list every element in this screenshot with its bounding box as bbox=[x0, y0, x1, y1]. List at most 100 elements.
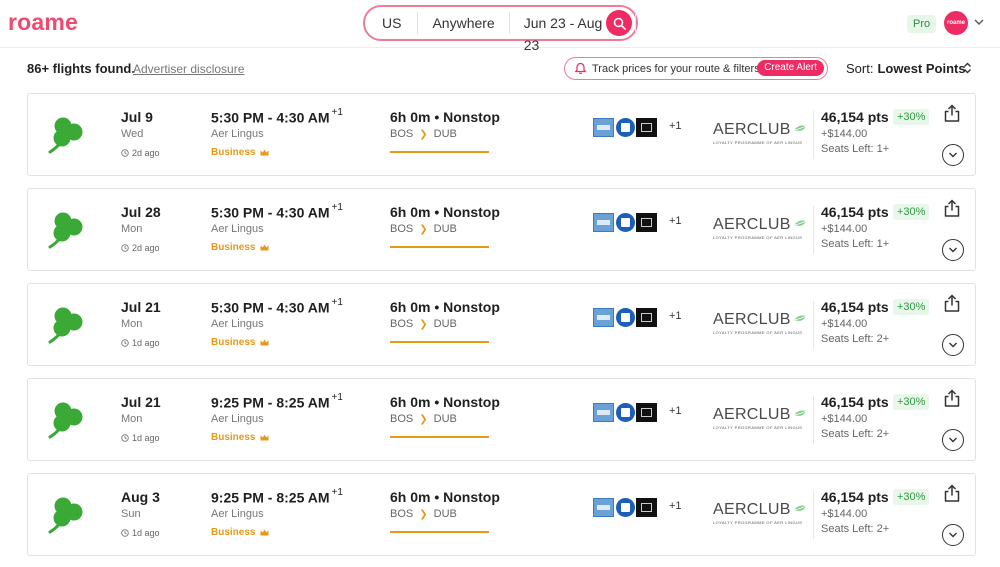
destination-airport: DUB bbox=[433, 128, 457, 140]
flight-card[interactable]: Jul 21 Mon 1d ago 9:25 PM - 8:25 AM +1 Ae… bbox=[27, 378, 976, 461]
share-icon[interactable] bbox=[943, 389, 961, 408]
transfer-partners[interactable] bbox=[593, 403, 657, 422]
divider bbox=[813, 111, 814, 159]
crown-icon bbox=[260, 244, 269, 251]
origin-airport: BOS bbox=[390, 413, 414, 425]
next-day-indicator: +1 bbox=[331, 487, 343, 498]
clock-icon bbox=[121, 244, 129, 252]
create-alert-button[interactable]: Create Alert bbox=[757, 60, 824, 76]
top-header: roame US Anywhere Jun 23 - Aug 23 Pro ro… bbox=[0, 0, 1000, 53]
aerclub-logo: AERCLUB LOYALTY PROGRAMME OF AER LINGUS bbox=[713, 121, 807, 145]
points-price: 46,154 pts bbox=[821, 299, 889, 315]
cabin-class: Business bbox=[211, 527, 269, 538]
aerclub-leaf-icon bbox=[793, 125, 806, 131]
route-line bbox=[390, 151, 489, 153]
expand-button[interactable] bbox=[942, 239, 964, 261]
sort-dropdown[interactable]: Sort: Lowest Points bbox=[846, 61, 966, 76]
seats-left: Seats Left: 1+ bbox=[821, 143, 890, 155]
transfer-partners[interactable] bbox=[593, 308, 657, 327]
aerclub-leaf-icon bbox=[793, 410, 806, 416]
roame-logo[interactable]: roame bbox=[8, 9, 78, 36]
more-partners-count[interactable]: +1 bbox=[669, 310, 682, 322]
cabin-class-label: Business bbox=[211, 242, 256, 253]
route: BOS ❯ DUB bbox=[390, 318, 457, 330]
more-partners-count[interactable]: +1 bbox=[669, 500, 682, 512]
bonus-badge: +30% bbox=[893, 204, 930, 220]
next-day-indicator: +1 bbox=[331, 107, 343, 118]
last-seen: 1d ago bbox=[121, 433, 160, 443]
aerclub-tagline: LOYALTY PROGRAMME OF AER LINGUS bbox=[713, 330, 803, 335]
sort-updown-icon[interactable] bbox=[963, 62, 972, 74]
track-prices-banner[interactable]: Track prices for your route & filters Cr… bbox=[564, 57, 828, 80]
flight-card[interactable]: Jul 28 Mon 2d ago 5:30 PM - 4:30 AM +1 Ae… bbox=[27, 188, 976, 271]
share-icon[interactable] bbox=[943, 484, 961, 503]
last-seen-text: 2d ago bbox=[132, 148, 160, 158]
expand-button[interactable] bbox=[942, 429, 964, 451]
destination-airport: DUB bbox=[433, 318, 457, 330]
divider bbox=[813, 206, 814, 254]
cash-fees: +$144.00 bbox=[821, 223, 868, 235]
flight-times: 5:30 PM - 4:30 AM +1 bbox=[211, 297, 343, 316]
chevron-right-icon: ❯ bbox=[419, 318, 428, 330]
aerclub-wordmark: AERCLUB bbox=[713, 501, 791, 518]
share-icon[interactable] bbox=[943, 199, 961, 218]
share-icon[interactable] bbox=[943, 104, 961, 123]
transfer-partners[interactable] bbox=[593, 118, 657, 137]
chevron-down-icon[interactable] bbox=[974, 17, 984, 27]
expand-button[interactable] bbox=[942, 334, 964, 356]
transfer-partners[interactable] bbox=[593, 213, 657, 232]
cabin-class: Business bbox=[211, 242, 269, 253]
search-button[interactable] bbox=[606, 10, 632, 36]
chase-card-icon bbox=[616, 308, 635, 327]
search-bar[interactable]: US Anywhere Jun 23 - Aug 23 bbox=[363, 5, 638, 53]
sort-value: Lowest Points bbox=[877, 61, 966, 76]
divider bbox=[813, 396, 814, 444]
departure-arrival-times: 9:25 PM - 8:25 AM bbox=[211, 394, 330, 411]
cash-fees: +$144.00 bbox=[821, 318, 868, 330]
destination-airport: DUB bbox=[433, 508, 457, 520]
more-partners-count[interactable]: +1 bbox=[669, 120, 682, 132]
transfer-partners[interactable] bbox=[593, 498, 657, 517]
last-seen: 2d ago bbox=[121, 243, 160, 253]
search-icon bbox=[613, 17, 626, 30]
capital-one-card-icon bbox=[636, 403, 657, 422]
cabin-class-label: Business bbox=[211, 527, 256, 538]
chase-card-icon bbox=[616, 498, 635, 517]
flight-duration: 6h 0m • Nonstop bbox=[390, 489, 500, 505]
avatar[interactable]: roame bbox=[944, 11, 968, 35]
seats-left: Seats Left: 2+ bbox=[821, 333, 890, 345]
more-partners-count[interactable]: +1 bbox=[669, 215, 682, 227]
flight-card[interactable]: Jul 9 Wed 2d ago 5:30 PM - 4:30 AM +1 Aer… bbox=[27, 93, 976, 176]
aer-lingus-shamrock-icon bbox=[48, 307, 83, 344]
seats-left: Seats Left: 2+ bbox=[821, 428, 890, 440]
cabin-class-label: Business bbox=[211, 147, 256, 158]
bonus-badge: +30% bbox=[893, 299, 930, 315]
results-count: 86+ flights found. bbox=[27, 61, 135, 76]
origin-country-field[interactable]: US bbox=[365, 12, 419, 34]
flight-card[interactable]: Aug 3 Sun 1d ago 9:25 PM - 8:25 AM +1 Aer… bbox=[27, 473, 976, 556]
flight-times: 9:25 PM - 8:25 AM +1 bbox=[211, 392, 343, 411]
day-of-week: Mon bbox=[121, 413, 143, 425]
airline-name: Aer Lingus bbox=[211, 318, 264, 330]
cash-fees: +$144.00 bbox=[821, 128, 868, 140]
crown-icon bbox=[260, 339, 269, 346]
destination-field[interactable]: Anywhere bbox=[418, 12, 510, 34]
cabin-class: Business bbox=[211, 432, 269, 443]
destination-airport: DUB bbox=[433, 413, 457, 425]
last-seen: 1d ago bbox=[121, 528, 160, 538]
share-icon[interactable] bbox=[943, 294, 961, 313]
flight-duration: 6h 0m • Nonstop bbox=[390, 204, 500, 220]
expand-button[interactable] bbox=[942, 524, 964, 546]
flight-card[interactable]: Jul 21 Mon 1d ago 5:30 PM - 4:30 AM +1 Ae… bbox=[27, 283, 976, 366]
airline-name: Aer Lingus bbox=[211, 413, 264, 425]
points-price: 46,154 pts bbox=[821, 109, 889, 125]
chevron-right-icon: ❯ bbox=[419, 128, 428, 140]
expand-button[interactable] bbox=[942, 144, 964, 166]
origin-airport: BOS bbox=[390, 508, 414, 520]
chase-card-icon bbox=[616, 213, 635, 232]
divider bbox=[813, 491, 814, 539]
more-partners-count[interactable]: +1 bbox=[669, 405, 682, 417]
advertiser-disclosure-link[interactable]: Advertiser disclosure bbox=[133, 62, 244, 76]
clock-icon bbox=[121, 529, 129, 537]
crown-icon bbox=[260, 434, 269, 441]
